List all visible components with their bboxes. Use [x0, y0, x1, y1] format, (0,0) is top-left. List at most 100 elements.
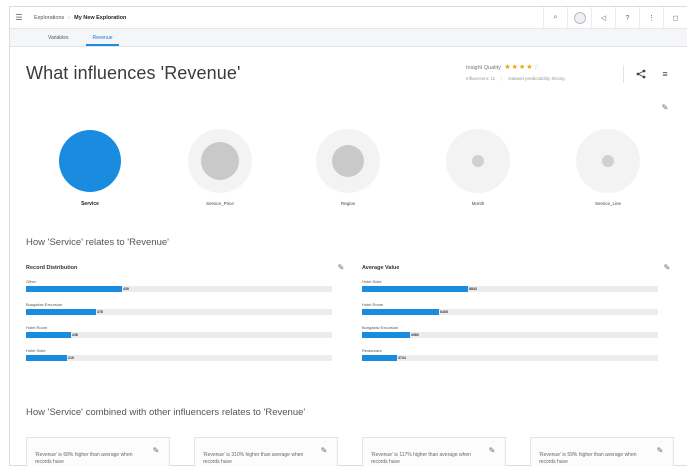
influencers-count: Influencers: 11	[466, 76, 496, 81]
relates-heading: How 'Service' relates to 'Revenue'	[26, 237, 169, 248]
share-icon[interactable]	[632, 65, 650, 83]
influencer-label: Service_Price	[206, 201, 234, 206]
bar-value: 378	[97, 310, 103, 314]
dataset-predictability: Dataset predictability Strong	[508, 76, 565, 81]
bar-label: Restaurant	[362, 348, 382, 353]
influencer-bubble	[602, 155, 614, 167]
record-distribution-panel: Record Distribution ✎ Other 439 Bungalow E…	[26, 263, 346, 395]
tab-revenue[interactable]: Revenue	[80, 29, 124, 46]
insight-card-text: 'Revenue' is 310% higher than average wh…	[203, 452, 304, 465]
search-icon[interactable]: ⌕	[543, 7, 567, 29]
bar-value: 3734	[398, 356, 406, 360]
bar-fill[interactable]	[26, 355, 67, 361]
bar-row: Other 439	[26, 279, 346, 296]
bar-row: Bungalow Excursion 378	[26, 302, 346, 319]
more-vertical-icon[interactable]: ⋮	[639, 7, 663, 29]
influencer-label: Month	[471, 201, 485, 206]
top-bar: ☰ Explorations › My New Exploration ⌕ ◁ …	[10, 7, 687, 29]
insight-quality: Insight Quality ★★★★☆	[466, 63, 541, 71]
breadcrumb-explorations[interactable]: Explorations	[34, 15, 64, 21]
tab-variables[interactable]: Variables	[36, 29, 80, 46]
bar-fill[interactable]	[26, 332, 71, 338]
top-actions: ⌕ ◁ ? ⋮ ◻	[543, 7, 687, 29]
record-distribution-title: Record Distribution	[26, 265, 78, 271]
bar-fill[interactable]	[26, 286, 122, 292]
influencer-label: Service_Line	[594, 201, 621, 206]
page-title: What influences 'Revenue'	[26, 63, 241, 83]
insight-quality-label: Insight Quality	[466, 65, 501, 71]
bar-value: 238	[72, 333, 78, 337]
bar-row: Hotel Suite 219	[26, 348, 346, 365]
insight-card[interactable]: 'Revenue' is 310% higher than average wh…	[194, 437, 338, 466]
pin-icon[interactable]: ✎	[660, 103, 670, 113]
bar-value: 8843	[469, 287, 477, 291]
pin-icon[interactable]: ✎	[151, 446, 161, 456]
influencer-bubble	[332, 145, 364, 177]
bar-track: 378	[26, 309, 332, 315]
help-icon[interactable]: ?	[615, 7, 639, 29]
app-window: ☰ Explorations › My New Exploration ⌕ ◁ …	[9, 6, 687, 466]
bar-value: 219	[68, 356, 74, 360]
bar-fill[interactable]	[26, 309, 96, 315]
menu-icon[interactable]: ≡	[656, 65, 674, 83]
bar-label: Hotel Suite	[362, 279, 382, 284]
insight-card[interactable]: 'Revenue' is 68% higher than average whe…	[26, 437, 170, 466]
bar-track: 8843	[362, 286, 658, 292]
bar-fill[interactable]	[362, 309, 439, 315]
insight-card[interactable]: 'Revenue' is 59% higher than average whe…	[530, 437, 674, 466]
bar-track: 439	[26, 286, 332, 292]
divider: |	[501, 76, 503, 81]
chat-icon[interactable]: ◻	[663, 7, 687, 29]
bar-label: Bungalow Excursion	[362, 325, 399, 330]
average-value-panel: Average Value ✎ Hotel Suite 8843 Hotel Roo…	[362, 263, 672, 395]
bar-track: 219	[26, 355, 332, 361]
influencer-bubble	[472, 155, 484, 167]
insight-card[interactable]: 'Revenue' is 117% higher than average wh…	[362, 437, 506, 466]
influencer-label: Region	[340, 201, 356, 206]
insight-card-text: 'Revenue' is 59% higher than average whe…	[539, 452, 637, 465]
chevron-right-icon: ›	[68, 14, 71, 21]
pin-icon[interactable]: ✎	[662, 263, 672, 273]
bar-fill[interactable]	[362, 355, 397, 361]
star-rating-icon: ★★★★☆	[504, 64, 541, 71]
megaphone-icon[interactable]: ◁	[591, 7, 615, 29]
average-value-title: Average Value	[362, 265, 400, 271]
bar-track: 238	[26, 332, 332, 338]
bar-label: Hotel Suite	[26, 348, 46, 353]
bar-fill[interactable]	[362, 286, 468, 292]
bar-value: 3980	[411, 333, 419, 337]
bar-value: 6408	[440, 310, 448, 314]
breadcrumb: Explorations › My New Exploration	[34, 15, 126, 21]
influencer-month[interactable]: Month	[438, 129, 518, 206]
insight-card-text: 'Revenue' is 68% higher than average whe…	[35, 452, 133, 465]
bar-fill[interactable]	[362, 332, 410, 338]
insight-quality-details: Influencers: 11 | Dataset predictability…	[466, 76, 565, 81]
influencer-service-line[interactable]: Service_Line	[568, 129, 648, 206]
bar-row: Hotel Suite 8843	[362, 279, 672, 296]
influencer-service[interactable]: Service	[50, 129, 130, 207]
bar-track: 3980	[362, 332, 658, 338]
bar-row: Hotel Room 6408	[362, 302, 672, 319]
pin-icon[interactable]: ✎	[487, 446, 497, 456]
bar-row: Bungalow Excursion 3980	[362, 325, 672, 342]
pin-icon[interactable]: ✎	[655, 446, 665, 456]
bar-label: Bungalow Excursion	[26, 302, 63, 307]
bar-row: Restaurant 3734	[362, 348, 672, 365]
influencer-service-price[interactable]: Service_Price	[180, 129, 260, 206]
bar-label: Other	[26, 279, 37, 284]
influencer-bubble	[59, 130, 121, 192]
bar-value: 439	[123, 287, 129, 291]
hamburger-menu-icon[interactable]: ☰	[10, 7, 28, 29]
insight-card-text: 'Revenue' is 117% higher than average wh…	[371, 452, 471, 465]
influencer-label: Service	[81, 201, 99, 207]
header-divider	[623, 65, 624, 83]
pin-icon[interactable]: ✎	[336, 263, 346, 273]
bar-track: 6408	[362, 309, 658, 315]
influencer-region[interactable]: Region	[308, 129, 388, 206]
avatar[interactable]	[567, 7, 591, 29]
pin-icon[interactable]: ✎	[319, 446, 329, 456]
influencer-bubble	[201, 142, 239, 180]
combined-heading: How 'Service' combined with other influe…	[26, 407, 306, 418]
bar-row: Hotel Room 238	[26, 325, 346, 342]
bar-label: Hotel Room	[26, 325, 48, 330]
